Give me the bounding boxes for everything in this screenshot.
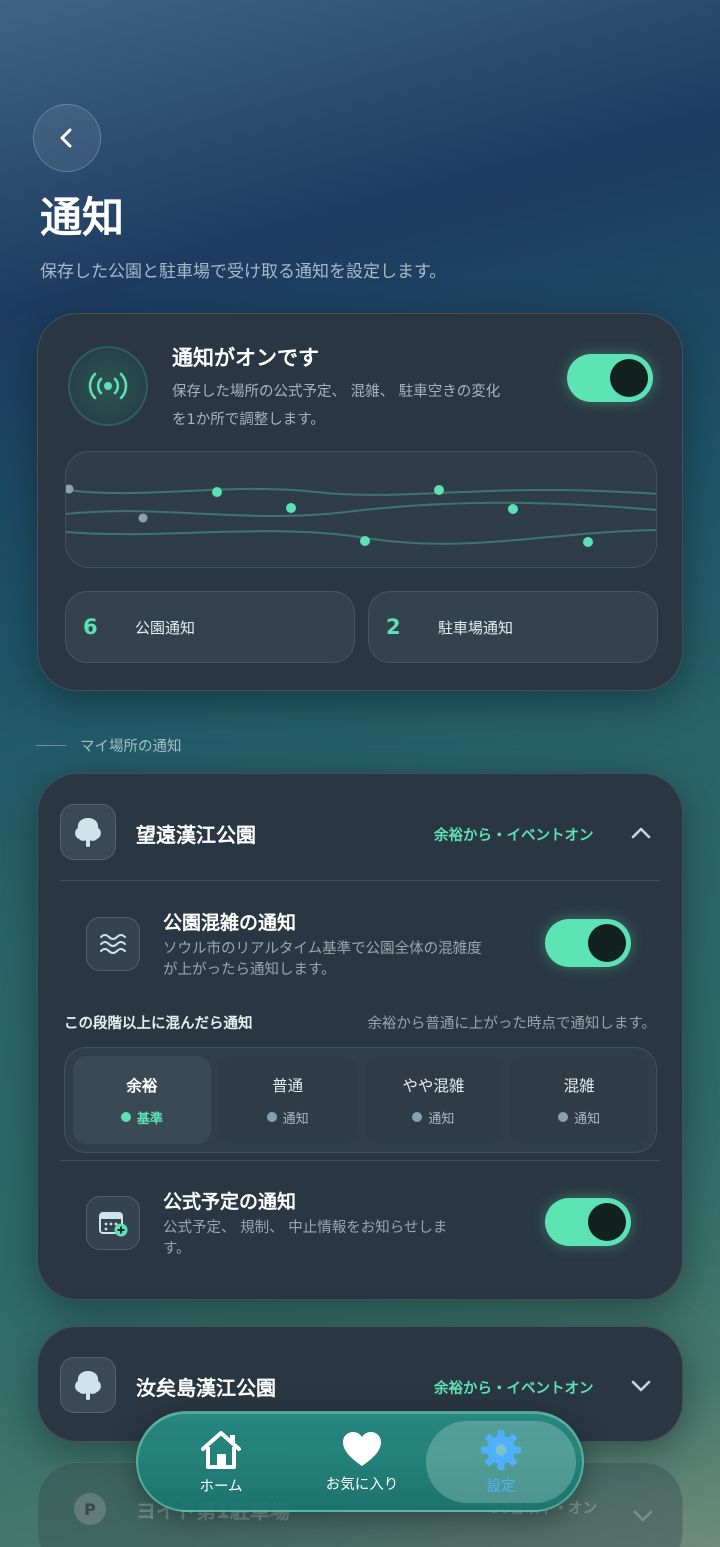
park-notification-count: 6 公園通知 xyxy=(65,591,355,663)
activity-wave-graphic xyxy=(65,451,657,568)
nav-settings[interactable]: 設定 xyxy=(426,1421,576,1503)
park-count: 6 xyxy=(83,615,98,639)
crowd-notification-description: ソウル市のリアルタイム基準で公園全体の混雑度が上がったら通知します。 xyxy=(163,941,482,979)
waves-icon xyxy=(86,917,140,971)
home-icon xyxy=(201,1430,241,1469)
tree-icon xyxy=(60,1357,116,1413)
nav-settings-label: 設定 xyxy=(486,1478,516,1495)
event-notification-toggle[interactable] xyxy=(545,1198,631,1246)
heart-icon xyxy=(343,1431,381,1466)
section-label: マイ場所の通知 xyxy=(36,735,182,756)
status-description: 保存した場所の公式予定、 混雑、 駐車空きの変化を1か所で調整します。 xyxy=(172,384,501,428)
nav-favorites-label: お気に入り xyxy=(325,1476,399,1493)
nav-home[interactable]: ホーム xyxy=(146,1421,296,1503)
section-label-text: マイ場所の通知 xyxy=(80,739,182,755)
notification-summary-card: 通知がオンです 保存した場所の公式予定、 混雑、 駐車空きの変化を1か所で調整し… xyxy=(37,313,683,691)
gear-icon xyxy=(481,1429,521,1470)
park-count-label: 公園通知 xyxy=(135,618,196,637)
level-option-relaxed[interactable]: 余裕 基準 xyxy=(73,1056,211,1144)
level-option-slightly-crowded[interactable]: やや混雑 通知 xyxy=(364,1056,503,1144)
nav-home-label: ホーム xyxy=(199,1478,243,1495)
level-option-crowded[interactable]: 混雑 通知 xyxy=(510,1056,648,1144)
parking-count: 2 xyxy=(386,615,401,639)
status-title: 通知がオンです xyxy=(172,346,319,370)
chevron-up-icon[interactable] xyxy=(630,824,652,842)
crowd-notification-title: 公園混雑の通知 xyxy=(163,912,297,934)
parking-count-label: 駐車場通知 xyxy=(438,618,514,637)
back-button[interactable] xyxy=(33,104,101,172)
page-title: 通知 xyxy=(40,193,125,242)
crowd-notification-toggle[interactable] xyxy=(545,919,631,967)
chevron-down-icon[interactable] xyxy=(630,1377,652,1395)
tree-icon xyxy=(60,804,116,860)
chevron-down-icon[interactable] xyxy=(632,1507,654,1525)
calendar-add-icon xyxy=(86,1196,140,1250)
page-subtitle: 保存した公園と駐車場で受け取る通知を設定します。 xyxy=(40,262,447,282)
level-option-normal[interactable]: 普通 通知 xyxy=(218,1056,357,1144)
place-status: 余裕から・イベントオン xyxy=(434,828,594,844)
bottom-navigation: ホーム お気に入り 設定 xyxy=(136,1411,584,1512)
parking-icon: P xyxy=(74,1493,106,1525)
place-status: 余裕から・イベントオン xyxy=(434,1381,594,1397)
event-notification-title: 公式予定の通知 xyxy=(163,1191,297,1213)
place-name: 望遠漢江公園 xyxy=(136,823,256,847)
parking-notification-count: 2 駐車場通知 xyxy=(368,591,658,663)
broadcast-icon xyxy=(68,346,148,426)
nav-favorites[interactable]: お気に入り xyxy=(287,1421,437,1503)
event-notification-description: 公式予定、 規制、 中止情報をお知らせします。 xyxy=(163,1220,448,1258)
place-name: 汝矣島漢江公園 xyxy=(136,1376,276,1400)
crowd-level-selector: 余裕 基準 普通 通知 やや混雑 通知 混雑 通知 xyxy=(64,1047,657,1153)
threshold-hint: 余裕から普通に上がった時点で通知します。 xyxy=(367,1016,656,1032)
threshold-heading: この段階以上に混んだら通知 xyxy=(64,1016,253,1032)
chevron-left-icon xyxy=(60,128,72,148)
master-notification-toggle[interactable] xyxy=(567,354,653,402)
place-card-mangwon: 望遠漢江公園 余裕から・イベントオン 公園混雑の通知 ソウル市のリアルタイム基準… xyxy=(37,773,683,1300)
